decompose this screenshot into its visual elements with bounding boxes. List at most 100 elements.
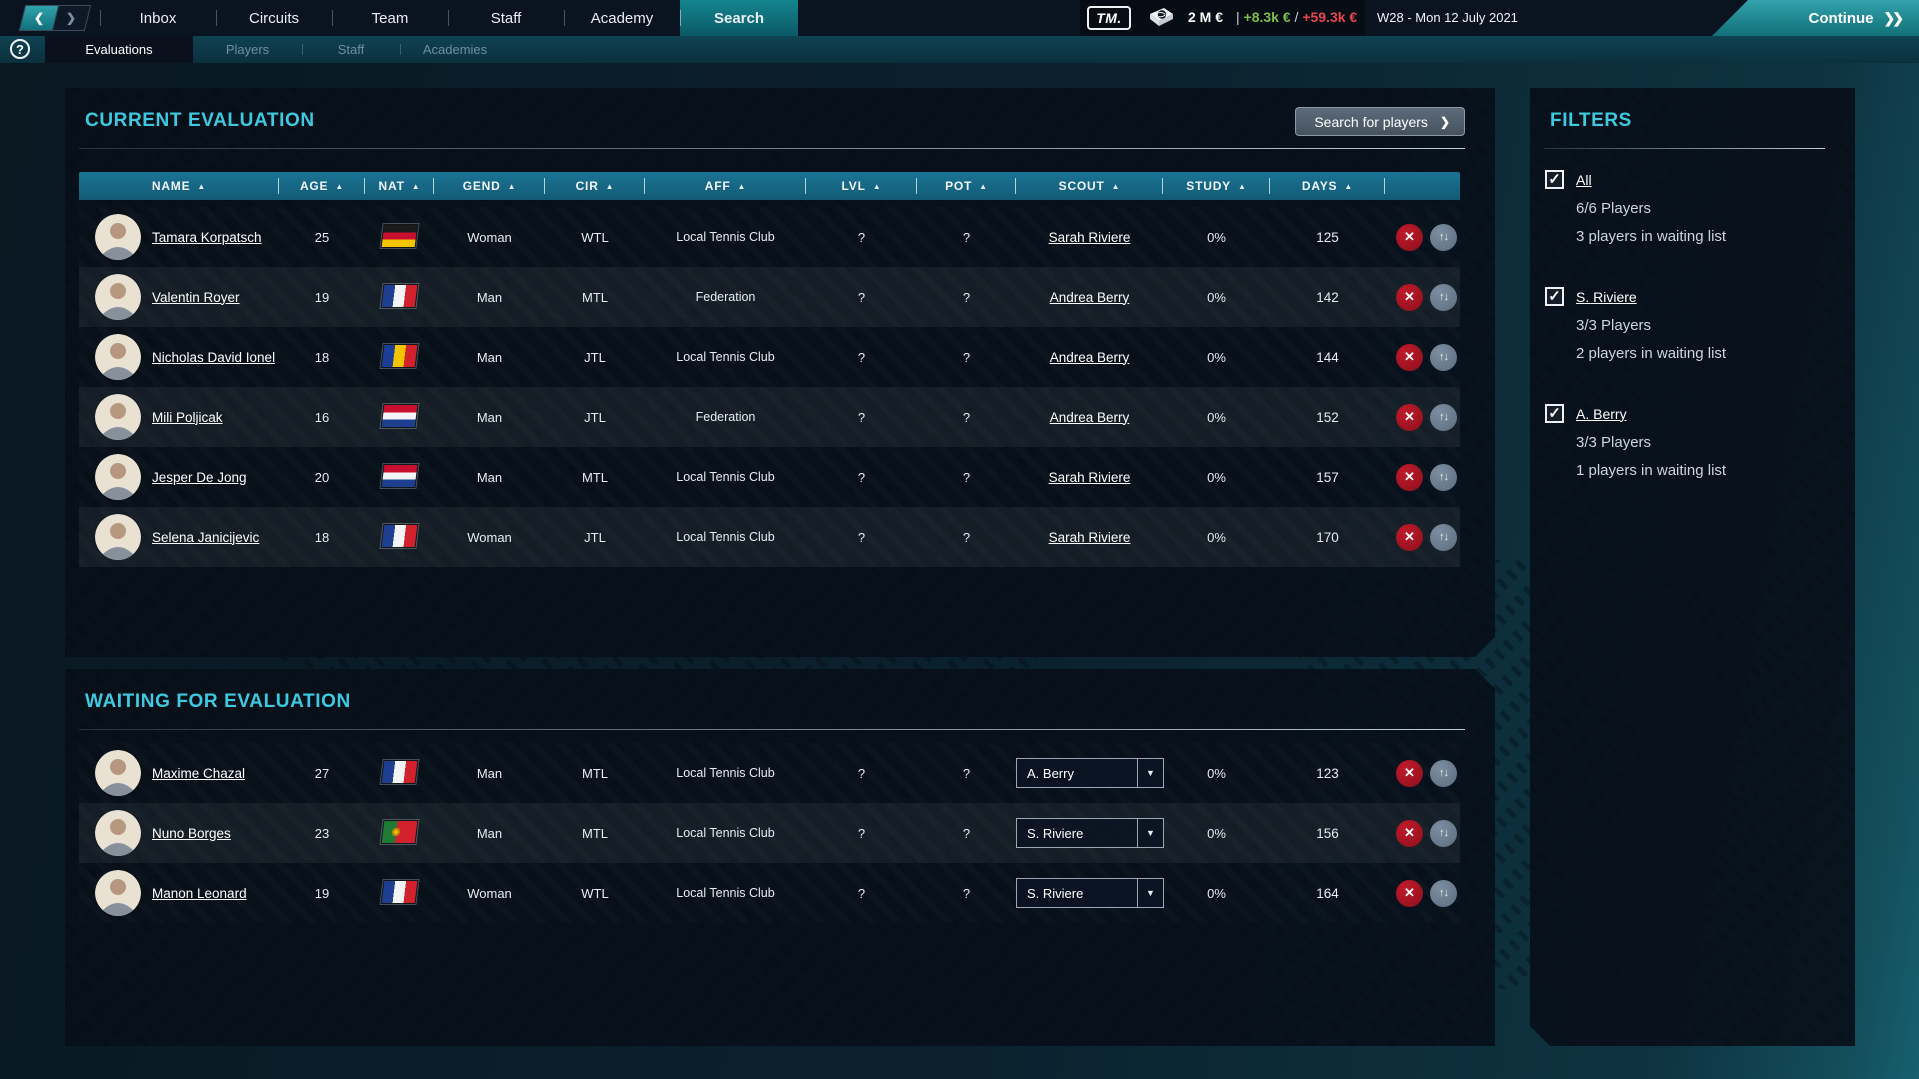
- player-avatar[interactable]: [95, 514, 141, 560]
- remove-player-button[interactable]: ✕: [1396, 820, 1423, 847]
- remove-player-button[interactable]: ✕: [1396, 464, 1423, 491]
- player-affiliation: Local Tennis Club: [645, 530, 806, 544]
- player-avatar[interactable]: [95, 454, 141, 500]
- player-age: 27: [279, 766, 365, 781]
- player-name-link[interactable]: Maxime Chazal: [152, 766, 245, 781]
- scout-select[interactable]: S. Riviere▼: [1016, 818, 1164, 848]
- column-header-age[interactable]: AGE▲: [279, 172, 365, 200]
- remove-player-button[interactable]: ✕: [1396, 760, 1423, 787]
- scout-link[interactable]: Sarah Riviere: [1049, 470, 1131, 485]
- main-nav: InboxCircuitsTeamStaffAcademySearch: [100, 0, 798, 36]
- reorder-player-button[interactable]: ↑↓: [1430, 224, 1457, 251]
- player-avatar[interactable]: [95, 334, 141, 380]
- column-header-cir[interactable]: CIR▲: [545, 172, 645, 200]
- column-header-name[interactable]: NAME▲: [79, 172, 279, 200]
- nav-tab-academy[interactable]: Academy: [564, 0, 680, 36]
- scout-link[interactable]: Andrea Berry: [1050, 290, 1130, 305]
- player-name-link[interactable]: Valentin Royer: [152, 290, 240, 305]
- remove-player-button[interactable]: ✕: [1396, 524, 1423, 551]
- remove-player-button[interactable]: ✕: [1396, 880, 1423, 907]
- player-name-cell: Manon Leonard: [79, 870, 279, 916]
- column-header-gend[interactable]: GEND▲: [434, 172, 545, 200]
- chevron-right-icon: ❯: [1440, 115, 1450, 129]
- dropdown-arrow-box: ▼: [1137, 819, 1163, 847]
- continue-label: Continue: [1809, 10, 1874, 27]
- player-gender: Woman: [434, 886, 545, 901]
- sub-tab-evaluations[interactable]: Evaluations: [45, 36, 193, 63]
- reorder-player-button[interactable]: ↑↓: [1430, 820, 1457, 847]
- chevron-down-icon: ▼: [1146, 828, 1155, 838]
- help-icon[interactable]: ?: [10, 39, 30, 59]
- column-header-pot[interactable]: POT▲: [917, 172, 1016, 200]
- reorder-player-button[interactable]: ↑↓: [1430, 524, 1457, 551]
- player-name-link[interactable]: Tamara Korpatsch: [152, 230, 262, 245]
- divider: [79, 148, 1465, 149]
- player-name-link[interactable]: Selena Janicijevic: [152, 530, 259, 545]
- player-name-link[interactable]: Nuno Borges: [152, 826, 231, 841]
- column-header-days[interactable]: DAYS▲: [1270, 172, 1385, 200]
- filter-label-link[interactable]: S. Riviere: [1576, 289, 1637, 305]
- nav-tab-inbox[interactable]: Inbox: [100, 0, 216, 36]
- sub-tab-staff[interactable]: Staff: [302, 36, 400, 63]
- scout-select[interactable]: A. Berry▼: [1016, 758, 1164, 788]
- forward-button[interactable]: ❯: [52, 6, 90, 30]
- filter-checkbox[interactable]: ✓: [1545, 404, 1564, 423]
- player-name-link[interactable]: Mili Poljicak: [152, 410, 223, 425]
- filter-label-link[interactable]: All: [1576, 172, 1592, 188]
- reorder-player-button[interactable]: ↑↓: [1430, 464, 1457, 491]
- reorder-player-button[interactable]: ↑↓: [1430, 344, 1457, 371]
- search-for-players-button[interactable]: Search for players ❯: [1295, 107, 1465, 136]
- scout-select[interactable]: S. Riviere▼: [1016, 878, 1164, 908]
- player-avatar[interactable]: [95, 750, 141, 796]
- player-avatar[interactable]: [95, 214, 141, 260]
- remove-icon: ✕: [1404, 409, 1415, 425]
- column-header-study[interactable]: STUDY▲: [1163, 172, 1270, 200]
- scout-link[interactable]: Andrea Berry: [1050, 350, 1130, 365]
- player-scout-cell: Sarah Riviere: [1016, 470, 1163, 485]
- nav-tab-staff[interactable]: Staff: [448, 0, 564, 36]
- column-label: POT: [945, 179, 972, 193]
- player-avatar[interactable]: [95, 810, 141, 856]
- history-nav: ❮ ❯: [19, 5, 91, 31]
- remove-player-button[interactable]: ✕: [1396, 344, 1423, 371]
- player-name-link[interactable]: Nicholas David Ionel: [152, 350, 275, 365]
- column-header-lvl[interactable]: LVL▲: [806, 172, 917, 200]
- sub-tab-players[interactable]: Players: [193, 36, 302, 63]
- remove-player-button[interactable]: ✕: [1396, 404, 1423, 431]
- player-avatar[interactable]: [95, 274, 141, 320]
- player-circuit: WTL: [545, 886, 645, 901]
- player-name-link[interactable]: Manon Leonard: [152, 886, 247, 901]
- player-avatar[interactable]: [95, 870, 141, 916]
- column-header-nat[interactable]: NAT▲: [365, 172, 434, 200]
- reorder-player-button[interactable]: ↑↓: [1430, 760, 1457, 787]
- continue-button[interactable]: Continue ❯❯: [1712, 0, 1919, 36]
- row-actions: ✕ ↑↓: [1385, 404, 1460, 431]
- top-bar: ❮ ❯ InboxCircuitsTeamStaffAcademySearch …: [0, 0, 1919, 36]
- reorder-player-button[interactable]: ↑↓: [1430, 284, 1457, 311]
- filter-checkbox[interactable]: ✓: [1545, 287, 1564, 306]
- scout-link[interactable]: Sarah Riviere: [1049, 230, 1131, 245]
- player-name-cell: Mili Poljicak: [79, 394, 279, 440]
- player-days: 142: [1270, 290, 1385, 305]
- reorder-player-button[interactable]: ↑↓: [1430, 880, 1457, 907]
- filter-head: ✓ S. Riviere: [1545, 287, 1840, 306]
- reorder-player-button[interactable]: ↑↓: [1430, 404, 1457, 431]
- scout-link[interactable]: Sarah Riviere: [1049, 530, 1131, 545]
- player-age: 23: [279, 826, 365, 841]
- player-name-link[interactable]: Jesper De Jong: [152, 470, 247, 485]
- remove-player-button[interactable]: ✕: [1396, 224, 1423, 251]
- filter-groups: ✓All6/6 Players3 players in waiting list…: [1545, 170, 1840, 521]
- column-header-scout[interactable]: SCOUT▲: [1016, 172, 1163, 200]
- column-header-aff[interactable]: AFF▲: [645, 172, 806, 200]
- nav-tab-circuits[interactable]: Circuits: [216, 0, 332, 36]
- sub-tab-academies[interactable]: Academies: [400, 36, 510, 63]
- player-row: Nicholas David Ionel18ManJTLLocal Tennis…: [79, 327, 1460, 387]
- nav-tab-team[interactable]: Team: [332, 0, 448, 36]
- remove-player-button[interactable]: ✕: [1396, 284, 1423, 311]
- scout-link[interactable]: Andrea Berry: [1050, 410, 1130, 425]
- filter-checkbox[interactable]: ✓: [1545, 170, 1564, 189]
- scout-selected-value: S. Riviere: [1017, 886, 1137, 901]
- filter-label-link[interactable]: A. Berry: [1576, 406, 1627, 422]
- nav-tab-search[interactable]: Search: [680, 0, 798, 36]
- player-avatar[interactable]: [95, 394, 141, 440]
